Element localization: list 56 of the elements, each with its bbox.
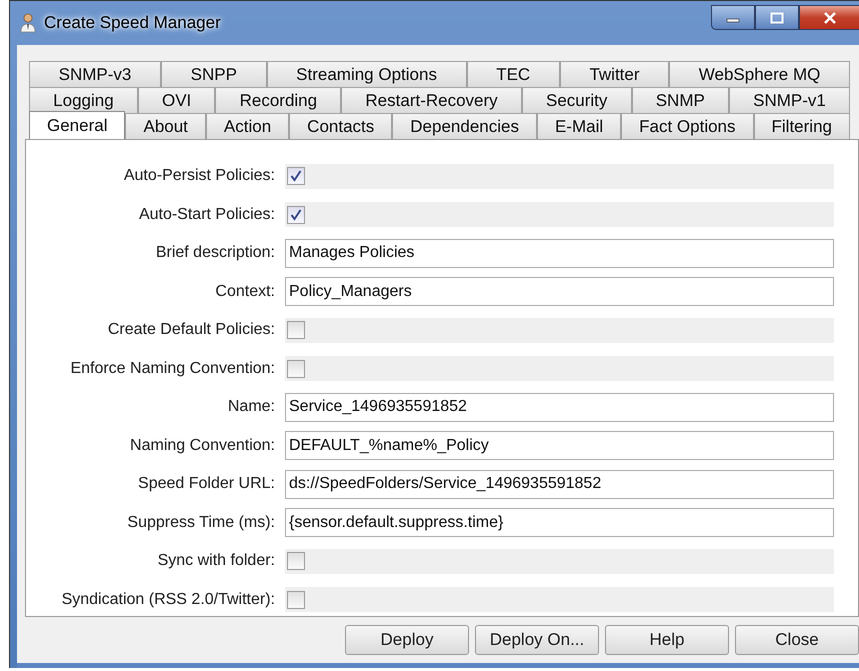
checkbox[interactable] — [287, 360, 305, 378]
checkbox[interactable] — [287, 167, 305, 186]
tab[interactable]: Action — [206, 113, 290, 139]
tab[interactable]: Recording — [215, 87, 342, 113]
field-label: Brief description: — [154, 244, 276, 262]
field-label: Name: — [226, 398, 276, 416]
field-label: Context: — [214, 282, 276, 301]
tab[interactable]: Dependencies — [392, 113, 537, 139]
tab[interactable]: Restart-Recovery — [341, 87, 522, 113]
tab[interactable]: Streaming Options — [266, 61, 467, 87]
tab[interactable]: WebSphere MQ — [669, 61, 850, 87]
close-icon — [822, 12, 838, 24]
text-field[interactable]: Manages Policies — [285, 238, 834, 268]
tab[interactable]: Fact Options — [621, 113, 754, 139]
window-title: Create Speed Manager — [44, 13, 221, 33]
maximize-button[interactable] — [755, 5, 799, 30]
tab[interactable]: SNMP-v3 — [29, 61, 161, 87]
text-field[interactable]: ds://SpeedFolders/Service_1496935591852 — [285, 470, 834, 499]
checkbox[interactable] — [287, 206, 305, 224]
close-window-button[interactable] — [799, 5, 859, 30]
tab[interactable]: General — [29, 111, 126, 139]
field-label: Naming Convention: — [129, 436, 276, 455]
dialog-button[interactable]: Deploy On... — [475, 625, 599, 655]
text-field[interactable]: DEFAULT_%name%_Policy — [285, 431, 834, 460]
text-field[interactable]: Service_1496935591852 — [285, 392, 834, 422]
checkbox[interactable] — [287, 552, 305, 570]
maximize-icon — [770, 12, 784, 24]
minimize-button[interactable] — [711, 5, 755, 30]
field-label: Syndication (RSS 2.0/Twitter): — [60, 590, 276, 609]
text-field[interactable]: {sensor.default.suppress.time} — [285, 508, 834, 538]
tab[interactable]: SNPP — [160, 61, 267, 87]
tab[interactable]: SNMP — [632, 87, 729, 113]
tab[interactable]: Filtering — [754, 113, 850, 139]
tab[interactable]: OVI — [138, 87, 216, 113]
field-label: Suppress Time (ms): — [126, 514, 276, 532]
field-label: Speed Folder URL: — [137, 475, 276, 494]
field-label: Sync with folder: — [156, 552, 276, 570]
tab[interactable]: Logging — [29, 87, 138, 113]
field-label: Auto-Persist Policies: — [122, 167, 276, 186]
field-label: Create Default Policies: — [106, 321, 276, 340]
tab[interactable]: Security — [522, 87, 632, 113]
tab[interactable]: Contacts — [289, 113, 392, 139]
dialog-button[interactable]: Deploy — [345, 625, 469, 655]
checkbox[interactable] — [287, 590, 305, 609]
tab[interactable]: Twitter — [560, 61, 670, 87]
tab[interactable]: SNMP-v1 — [729, 87, 850, 113]
dialog-button[interactable]: Help — [605, 625, 729, 655]
person-icon — [20, 13, 36, 33]
field-label: Enforce Naming Convention: — [69, 360, 276, 378]
checkbox[interactable] — [287, 321, 305, 340]
tab[interactable]: E-Mail — [536, 113, 622, 139]
dialog-button[interactable]: Close — [735, 625, 859, 655]
text-field[interactable]: Policy_Managers — [285, 277, 834, 306]
tab[interactable]: TEC — [466, 61, 560, 87]
field-label: Auto-Start Policies: — [138, 206, 276, 224]
tab[interactable]: About — [125, 113, 206, 139]
